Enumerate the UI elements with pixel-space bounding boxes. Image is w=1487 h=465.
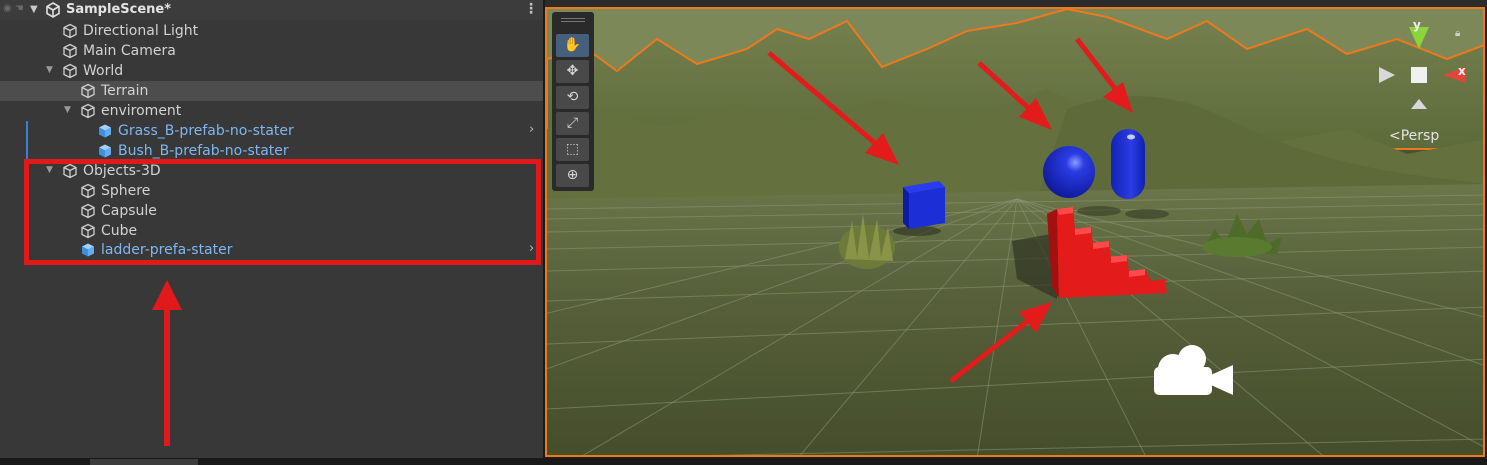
- hierarchy-item-main-camera[interactable]: Main Camera: [0, 41, 543, 61]
- annotation-highlight-box: [24, 159, 541, 265]
- rect-tool-button[interactable]: ⬚: [556, 138, 589, 161]
- hierarchy-item-directional-light[interactable]: Directional Light: [0, 21, 543, 41]
- fold-arrow-icon[interactable]: ▼: [46, 65, 53, 75]
- projection-toggle[interactable]: <Persp: [1389, 128, 1439, 144]
- gameobject-cube-icon: [62, 23, 78, 43]
- bottom-panel-strip: [0, 458, 1487, 465]
- blue-capsule-object[interactable]: [1111, 129, 1145, 199]
- hierarchy-item-enviroment[interactable]: ▼ enviroment: [0, 101, 543, 121]
- scene-view[interactable]: ✋ ✥ ⟲ ⤢ ⬚ ⊕ y x 🔒︎ <Persp: [545, 7, 1485, 457]
- blue-sphere-object[interactable]: [1043, 146, 1095, 198]
- rotate-tool-button[interactable]: ⟲: [556, 86, 589, 109]
- hierarchy-item-label: Main Camera: [83, 43, 176, 59]
- prefab-override-bar: [26, 121, 28, 141]
- prefab-cube-icon: [97, 123, 113, 143]
- annotation-arrow-up: [152, 280, 182, 446]
- scene-toolbar-strip: [545, 0, 1487, 7]
- gameobject-cube-icon: [80, 103, 96, 123]
- hierarchy-item-label: Terrain: [101, 83, 149, 99]
- hierarchy-item-label: enviroment: [101, 103, 182, 119]
- scene-viewport: [547, 9, 1483, 455]
- prefab-override-bar: [26, 141, 28, 161]
- hierarchy-panel: ◉ ☚ ▼ SampleScene* ⋮ Directional Light M…: [0, 0, 543, 458]
- scene-header[interactable]: ◉ ☚ ▼ SampleScene* ⋮: [0, 0, 543, 20]
- scene-fold-arrow[interactable]: ▼: [30, 4, 38, 15]
- gizmo-y-label: y: [1413, 18, 1421, 32]
- unity-scene-icon: [45, 2, 61, 22]
- hierarchy-item-world[interactable]: ▼ World: [0, 61, 543, 81]
- visibility-icon[interactable]: ◉ ☚: [3, 3, 24, 14]
- scale-tool-button[interactable]: ⤢: [556, 112, 589, 135]
- move-tool-button[interactable]: ✥: [556, 60, 589, 83]
- hierarchy-item-label: World: [83, 63, 124, 79]
- scene-name: SampleScene*: [66, 2, 172, 17]
- hierarchy-item-grass-prefab[interactable]: Grass_B-prefab-no-stater ›: [0, 121, 543, 141]
- fold-arrow-icon[interactable]: ▼: [64, 105, 71, 115]
- chevron-right-icon[interactable]: ›: [529, 122, 534, 137]
- hand-tool-button[interactable]: ✋: [556, 34, 589, 57]
- projection-label: Persp: [1400, 128, 1440, 144]
- gameobject-cube-icon: [80, 83, 96, 103]
- hierarchy-item-bush-prefab[interactable]: Bush_B-prefab-no-stater: [0, 141, 543, 161]
- kebab-menu-icon[interactable]: ⋮: [524, 1, 538, 17]
- gameobject-cube-icon: [62, 43, 78, 63]
- palette-grip[interactable]: [561, 18, 585, 22]
- gameobject-cube-icon: [62, 63, 78, 83]
- blue-cube-object[interactable]: [903, 181, 945, 229]
- bottom-panel-tab[interactable]: [90, 459, 198, 465]
- hierarchy-item-label: Bush_B-prefab-no-stater: [118, 143, 289, 159]
- hierarchy-item-label: Grass_B-prefab-no-stater: [118, 123, 294, 139]
- transform-tool-button[interactable]: ⊕: [556, 164, 589, 187]
- tool-palette: ✋ ✥ ⟲ ⤢ ⬚ ⊕: [552, 12, 594, 191]
- gizmo-x-label: x: [1458, 64, 1466, 78]
- hierarchy-item-terrain[interactable]: Terrain: [0, 81, 543, 101]
- lock-icon[interactable]: 🔒︎: [1455, 28, 1460, 39]
- hierarchy-item-label: Directional Light: [83, 23, 199, 39]
